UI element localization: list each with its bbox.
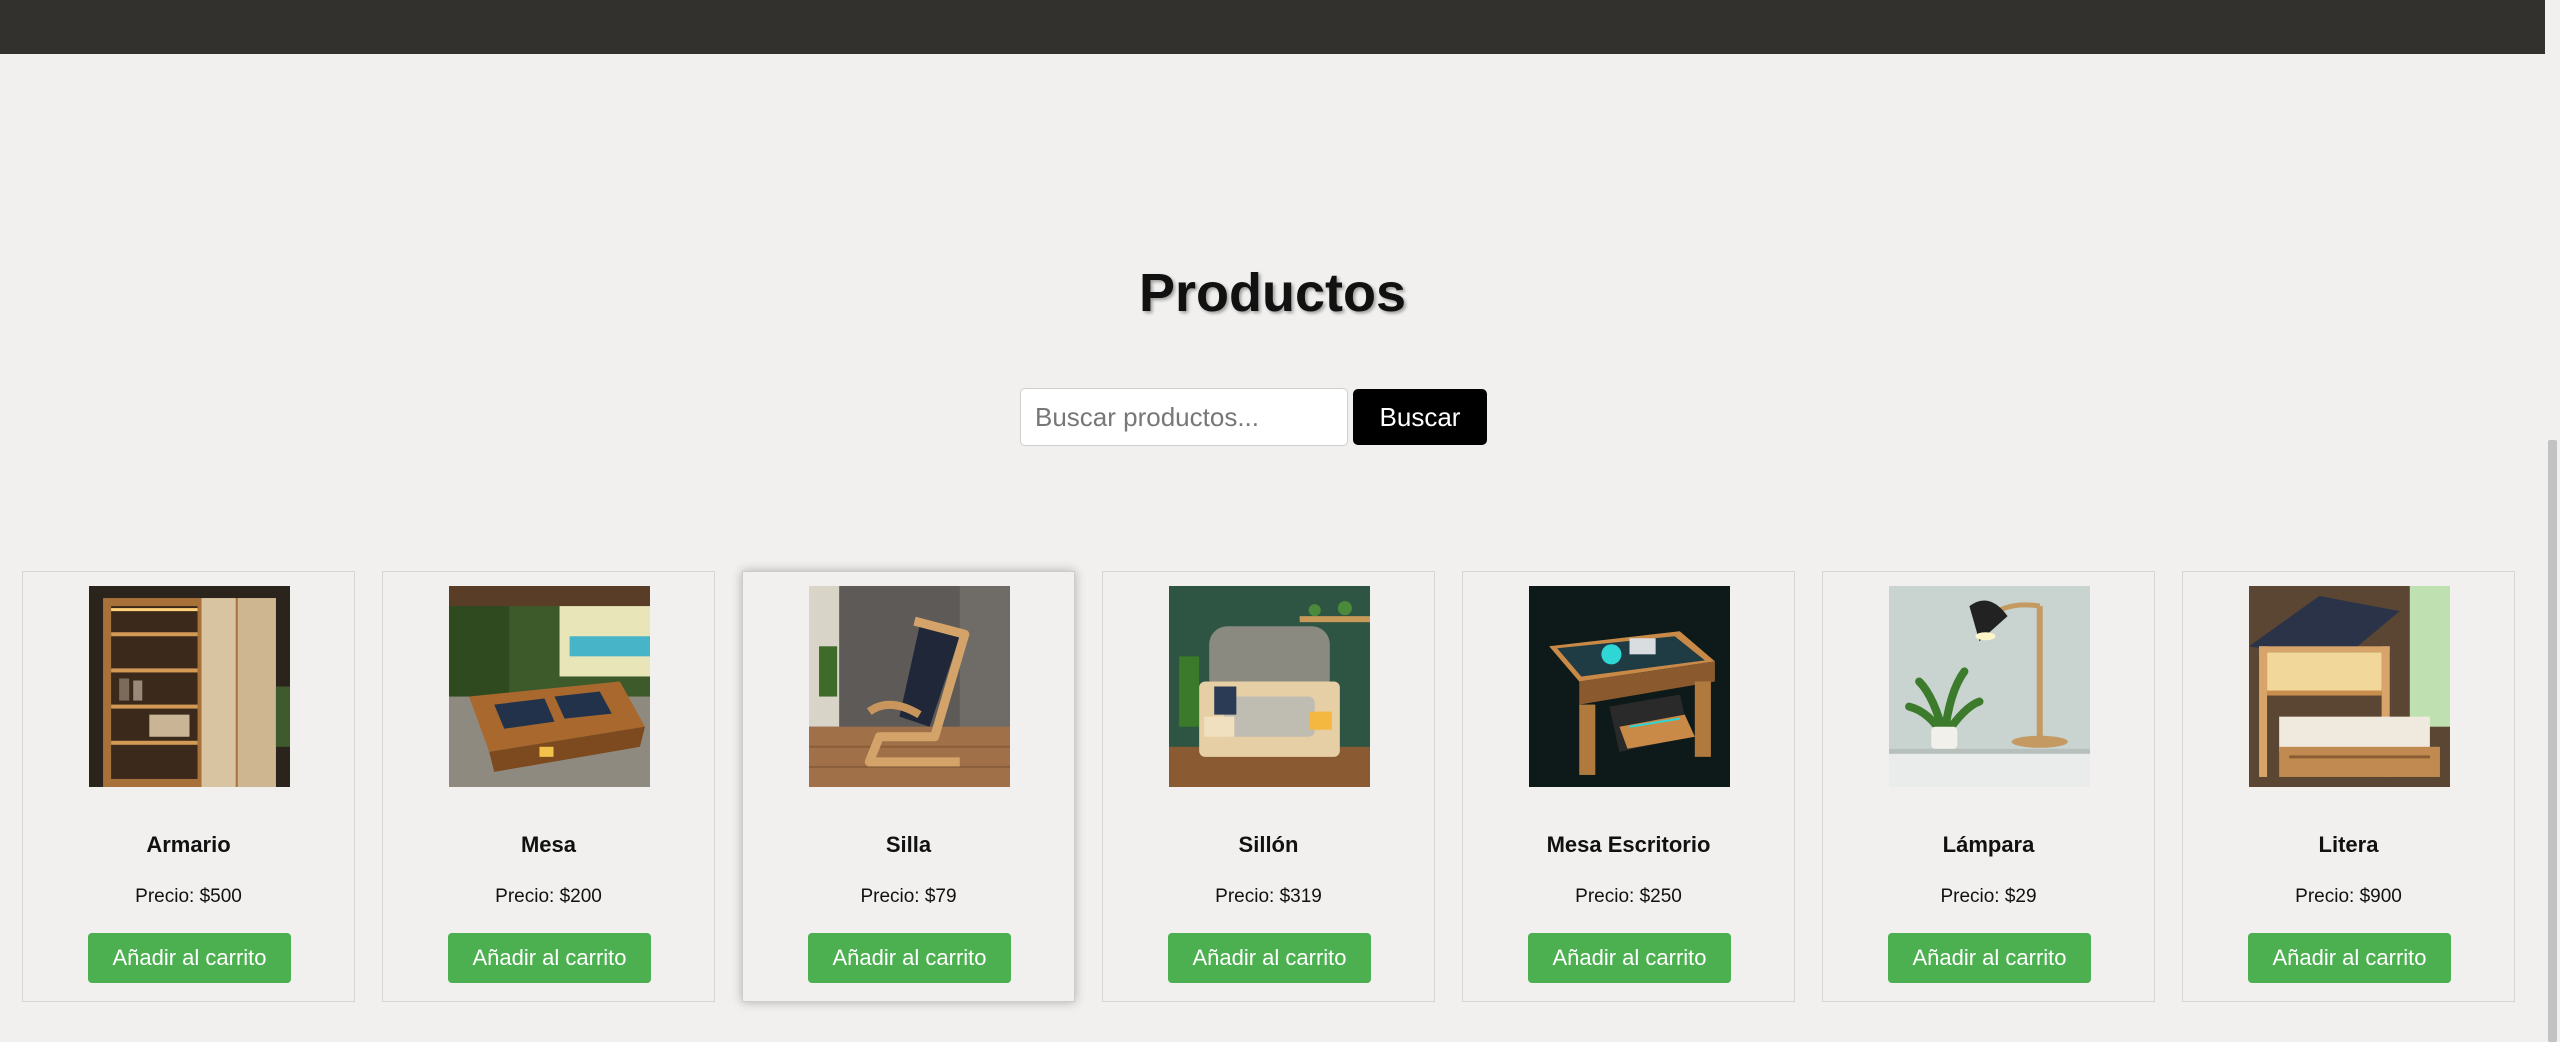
product-price: Precio: $319 — [1215, 886, 1322, 907]
add-to-cart-button[interactable]: Añadir al carrito — [808, 933, 1011, 983]
product-card-armario: Armario Precio: $500 Añadir al carrito — [22, 571, 355, 1002]
product-image-lamp — [1889, 586, 2090, 787]
product-name: Lámpara — [1942, 832, 2035, 857]
product-image-wardrobe — [89, 586, 290, 787]
product-image-chair — [809, 586, 1010, 787]
product-name: Sillón — [1238, 832, 1299, 857]
product-name: Mesa — [520, 832, 577, 857]
product-price: Precio: $79 — [860, 886, 957, 907]
top-navigation-bar — [0, 0, 2545, 54]
search-input[interactable] — [1020, 388, 1348, 446]
product-card-mesa-escritorio: Mesa Escritorio Precio: $250 Añadir al c… — [1462, 571, 1795, 1002]
add-to-cart-button[interactable]: Añadir al carrito — [1888, 933, 2091, 983]
page-title: Productos — [1138, 263, 1407, 323]
product-card-sillon: Sillón Precio: $319 Añadir al carrito — [1102, 571, 1435, 1002]
scrollbar-thumb[interactable] — [2548, 440, 2557, 1042]
product-name: Silla — [885, 832, 932, 857]
product-name: Armario — [146, 832, 231, 857]
product-image-desk — [1529, 586, 1730, 787]
product-price: Precio: $200 — [495, 886, 602, 907]
add-to-cart-button[interactable]: Añadir al carrito — [448, 933, 651, 983]
search-button[interactable]: Buscar — [1353, 389, 1487, 445]
product-name: Litera — [2318, 832, 2379, 857]
product-card-mesa: Mesa Precio: $200 Añadir al carrito — [382, 571, 715, 1002]
add-to-cart-button[interactable]: Añadir al carrito — [2248, 933, 2451, 983]
product-price: Precio: $900 — [2295, 886, 2402, 907]
product-name: Mesa Escritorio — [1546, 832, 1711, 857]
product-image-bunk-bed — [2249, 586, 2450, 787]
product-card-lampara: Lámpara Precio: $29 Añadir al carrito — [1822, 571, 2155, 1002]
add-to-cart-button[interactable]: Añadir al carrito — [1168, 933, 1371, 983]
page-scrollbar[interactable] — [2545, 0, 2560, 1042]
add-to-cart-button[interactable]: Añadir al carrito — [1528, 933, 1731, 983]
product-price: Precio: $250 — [1575, 886, 1682, 907]
product-price: Precio: $500 — [135, 886, 242, 907]
product-image-table — [449, 586, 650, 787]
product-image-armchair — [1169, 586, 1370, 787]
product-price: Precio: $29 — [1940, 886, 2037, 907]
add-to-cart-button[interactable]: Añadir al carrito — [88, 933, 291, 983]
product-card-litera: Litera Precio: $900 Añadir al carrito — [2182, 571, 2515, 1002]
product-card-silla: Silla Precio: $79 Añadir al carrito — [742, 571, 1075, 1002]
